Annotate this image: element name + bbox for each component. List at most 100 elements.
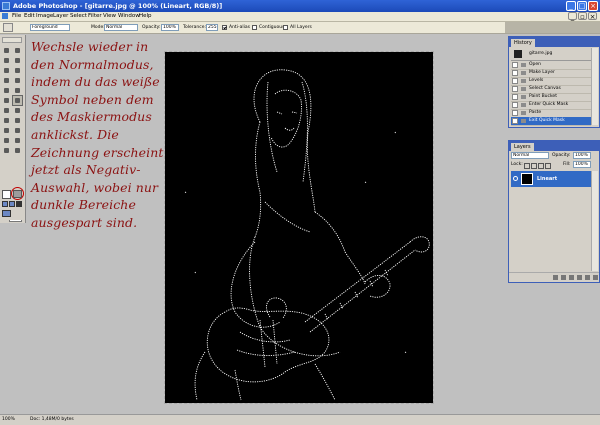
- new-layer-icon[interactable]: [585, 275, 590, 280]
- close-button[interactable]: ×: [588, 1, 598, 11]
- history-tab-bar: History: [509, 37, 599, 47]
- eraser-tool-icon[interactable]: [2, 96, 11, 105]
- crop-tool-icon[interactable]: [2, 66, 11, 75]
- opacity-label: Opacity:: [142, 25, 161, 30]
- mode-select[interactable]: Normal: [104, 24, 138, 31]
- lock-pixels-icon[interactable]: [531, 163, 537, 169]
- status-bar: 100% Doc: 1,48M/0 bytes: [0, 414, 600, 425]
- history-scrollbar[interactable]: [591, 48, 598, 125]
- blur-tool-icon[interactable]: [2, 106, 11, 115]
- menu-filter[interactable]: Filter: [88, 12, 102, 21]
- pen-tool-icon[interactable]: [2, 126, 11, 135]
- menu-view[interactable]: View: [103, 12, 116, 21]
- layer-opacity-label: Opacity:: [552, 153, 571, 158]
- palette-well[interactable]: [505, 22, 600, 33]
- layer-row-lineart[interactable]: Lineart: [511, 171, 591, 187]
- magic-wand-tool-icon[interactable]: [13, 56, 22, 65]
- menu-window[interactable]: Window: [118, 12, 140, 21]
- shape-tool-icon[interactable]: [13, 126, 22, 135]
- all-layers-label: All Layers: [290, 25, 312, 30]
- contiguous-checkbox[interactable]: [252, 25, 257, 30]
- lock-position-icon[interactable]: [538, 163, 544, 169]
- history-state-icon: [521, 63, 526, 67]
- new-set-icon[interactable]: [569, 275, 574, 280]
- minimize-button[interactable]: _: [566, 1, 576, 11]
- adobe-online-icon[interactable]: [2, 37, 22, 43]
- menu-edit[interactable]: Edit: [24, 12, 35, 21]
- antialias-checkbox[interactable]: [222, 25, 227, 30]
- history-state-icon: [521, 119, 526, 123]
- history-state-icon: [521, 103, 526, 107]
- trash-icon[interactable]: [593, 275, 598, 280]
- fill-source-select[interactable]: Foreground: [30, 24, 70, 31]
- tolerance-label: Tolerance:: [183, 25, 206, 30]
- history-brush-tool-icon[interactable]: [13, 86, 22, 95]
- screen-mode-standard-icon[interactable]: [2, 201, 8, 207]
- paint-bucket-tool-icon[interactable]: [12, 95, 23, 106]
- zoom-tool-icon[interactable]: [13, 146, 22, 155]
- adjustment-layer-icon[interactable]: [577, 275, 582, 280]
- layers-tab-bar: Layers: [509, 141, 599, 151]
- instruction-text: Wechsle wieder in den Normalmodus, indem…: [31, 39, 164, 230]
- type-tool-icon[interactable]: [13, 116, 22, 125]
- window-title: Adobe Photoshop - [gitarre.jpg @ 100% (L…: [13, 2, 223, 10]
- quick-mask-mode-icon[interactable]: [13, 190, 22, 198]
- blend-mode-select[interactable]: Normal: [511, 152, 549, 159]
- doc-restore-button[interactable]: ▫: [578, 12, 587, 21]
- layers-footer: [509, 272, 599, 282]
- clone-stamp-tool-icon[interactable]: [2, 86, 11, 95]
- dodge-tool-icon[interactable]: [13, 106, 22, 115]
- history-panel: History gitarre.jpg Open Make Layer Leve…: [508, 36, 600, 128]
- menu-help[interactable]: Help: [139, 12, 152, 21]
- eyedropper-tool-icon[interactable]: [13, 136, 22, 145]
- maximize-button[interactable]: □: [577, 1, 587, 11]
- brush-tool-icon[interactable]: [13, 76, 22, 85]
- screen-mode-full-icon[interactable]: [16, 201, 22, 207]
- standard-mode-icon[interactable]: [2, 190, 11, 199]
- path-selection-tool-icon[interactable]: [2, 116, 11, 125]
- healing-brush-tool-icon[interactable]: [2, 76, 11, 85]
- menu-layer[interactable]: Layer: [53, 12, 68, 21]
- photoshop-app-icon: [2, 2, 10, 10]
- eye-icon[interactable]: [513, 176, 518, 181]
- fill-label: Fill:: [563, 162, 571, 167]
- lasso-tool-icon[interactable]: [2, 56, 11, 65]
- history-state-icon: [521, 71, 526, 75]
- lock-transparency-icon[interactable]: [524, 163, 530, 169]
- menu-select[interactable]: Select: [70, 12, 87, 21]
- lineart-drawing: [184, 69, 430, 401]
- ps-menu-icon[interactable]: [2, 13, 8, 19]
- slice-tool-icon[interactable]: [13, 66, 22, 75]
- history-snapshot-row[interactable]: gitarre.jpg: [511, 48, 591, 61]
- marquee-tool-icon[interactable]: [2, 46, 11, 55]
- layers-panel: Layers Normal Opacity: 100% Lock: Fill: …: [508, 140, 600, 283]
- doc-close-button[interactable]: ×: [588, 12, 597, 21]
- opacity-input[interactable]: 100%: [161, 24, 179, 31]
- antialias-label: Anti-alias: [229, 25, 250, 30]
- document-canvas[interactable]: [164, 51, 434, 404]
- layer-opacity-input[interactable]: 100%: [573, 152, 591, 159]
- notes-tool-icon[interactable]: [2, 136, 11, 145]
- lock-all-icon[interactable]: [545, 163, 551, 169]
- history-state-icon: [521, 111, 526, 115]
- history-state-icon: [521, 95, 526, 99]
- history-tab[interactable]: History: [511, 39, 535, 47]
- layer-mask-icon[interactable]: [561, 275, 566, 280]
- all-layers-checkbox[interactable]: [283, 25, 288, 30]
- layer-thumbnail: [521, 173, 533, 185]
- layers-scrollbar[interactable]: [591, 171, 598, 271]
- history-item-selected[interactable]: Exit Quick Mask: [511, 117, 591, 126]
- layer-style-icon[interactable]: [553, 275, 558, 280]
- tolerance-input[interactable]: 255: [206, 24, 218, 31]
- screen-mode-full-menu-icon[interactable]: [9, 201, 15, 207]
- layers-tab[interactable]: Layers: [511, 143, 534, 151]
- move-tool-icon[interactable]: [13, 46, 22, 55]
- fill-input[interactable]: 100%: [573, 161, 591, 168]
- menu-image[interactable]: Image: [36, 12, 53, 21]
- paint-bucket-preset-icon[interactable]: [3, 23, 13, 32]
- menu-file[interactable]: File: [12, 12, 21, 21]
- jump-to-imageready-icon[interactable]: [2, 210, 11, 217]
- contiguous-label: Contiguous: [259, 25, 285, 30]
- hand-tool-icon[interactable]: [2, 146, 11, 155]
- doc-minimize-button[interactable]: _: [568, 12, 577, 21]
